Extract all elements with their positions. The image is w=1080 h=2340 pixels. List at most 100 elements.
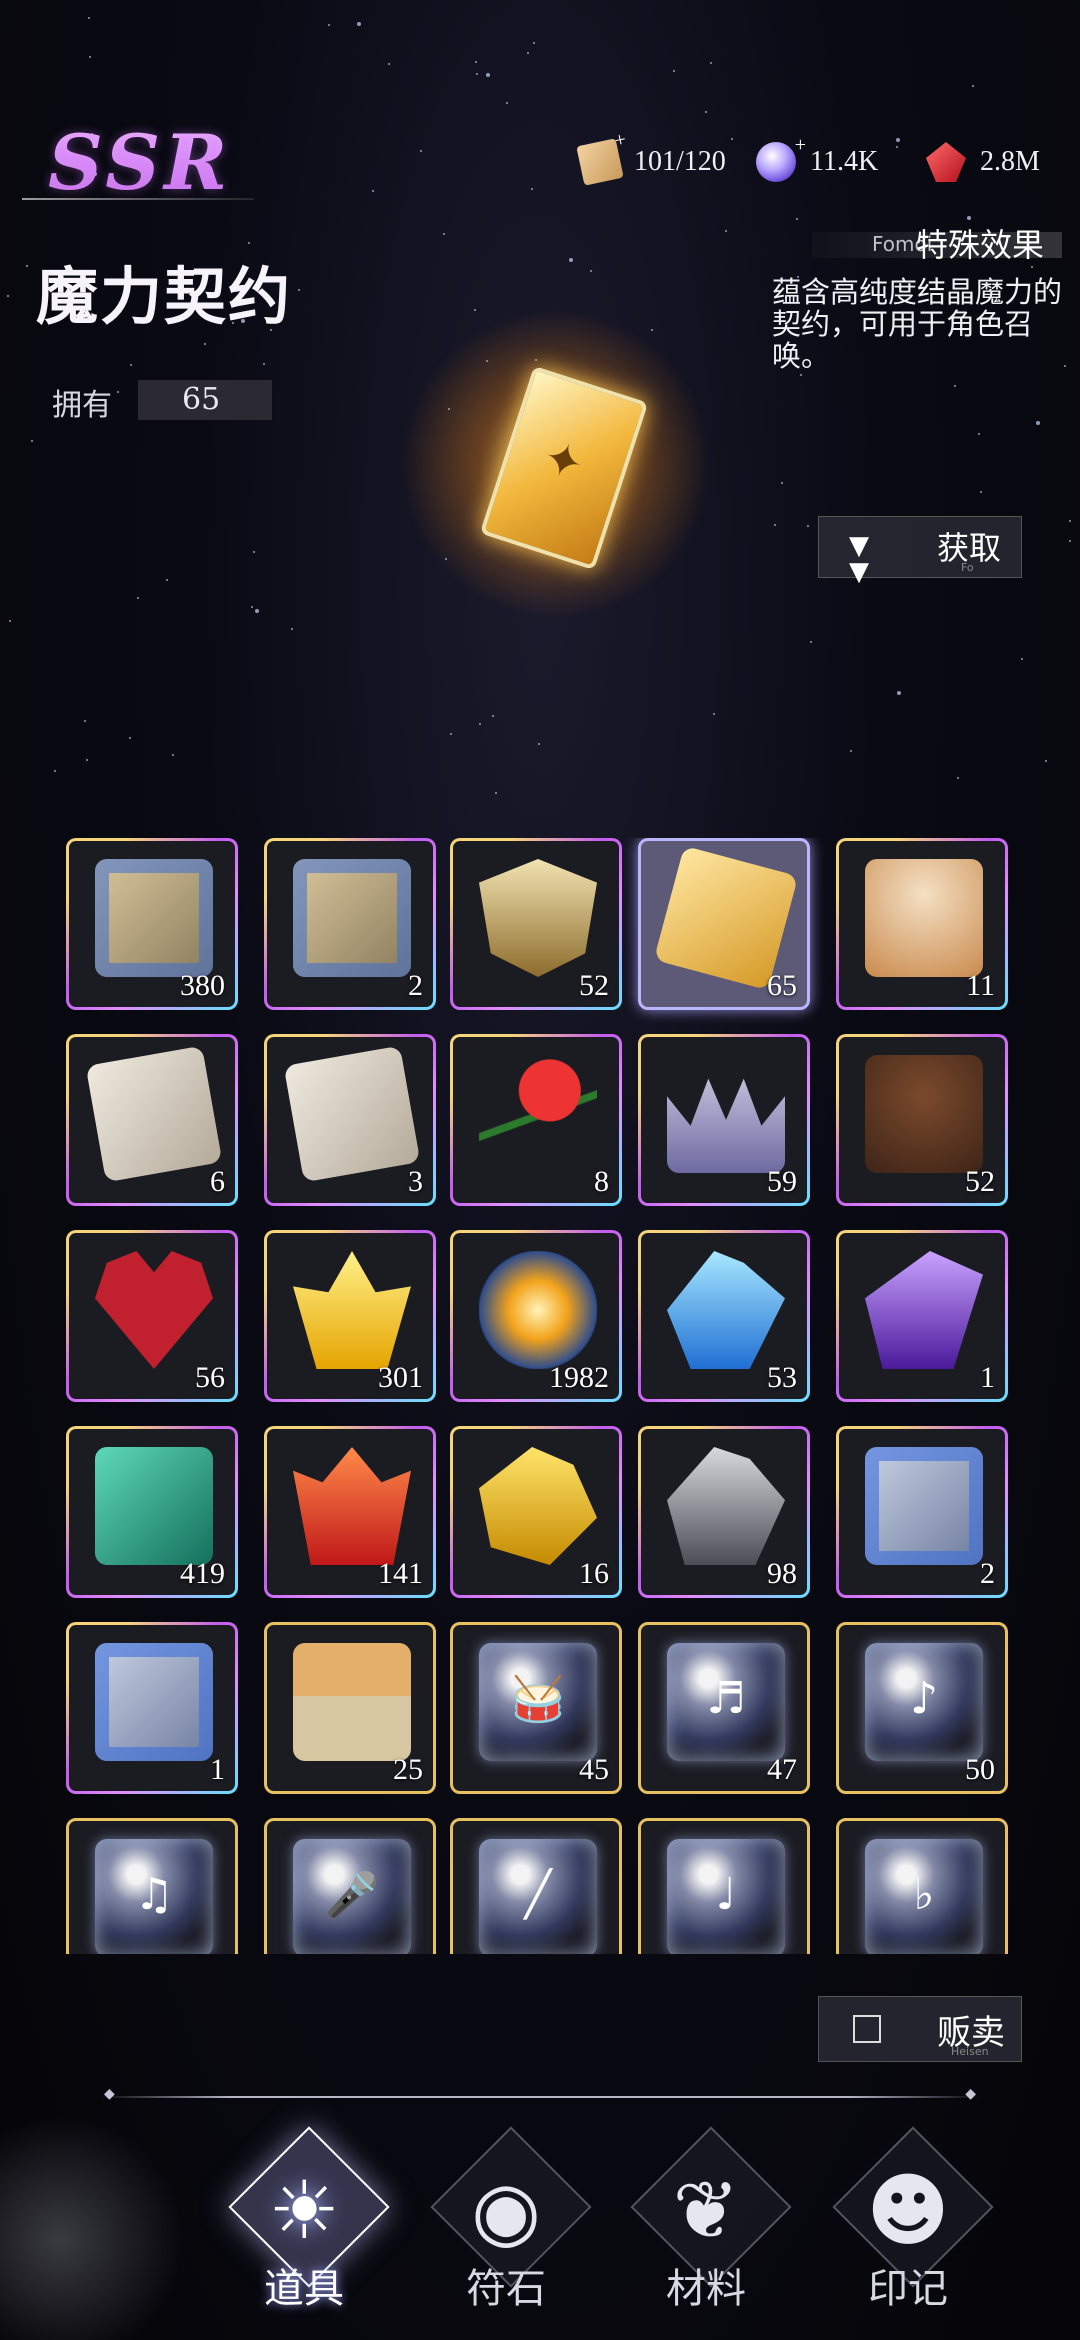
- item-count: 59: [767, 1165, 797, 1198]
- sell-toggle[interactable]: 贩卖 Heisen: [818, 1996, 1022, 2062]
- item-count: 53: [767, 1361, 797, 1394]
- hooded-face-icon: ☻: [866, 2164, 950, 2257]
- inventory-slot[interactable]: 2: [264, 838, 436, 1010]
- keyboard-bubble-icon: [667, 1643, 785, 1761]
- inventory-slot[interactable]: 8: [450, 1034, 622, 1206]
- crystal-orb-icon: +: [756, 134, 806, 182]
- tab-marks-label: 印记: [868, 2266, 948, 2312]
- tab-divider: [100, 2086, 980, 2102]
- item-count: 98: [767, 1557, 797, 1590]
- rose-decoration: [0, 2090, 200, 2340]
- drum-bubble-icon: [479, 1643, 597, 1761]
- item-title: 魔力契约: [36, 260, 293, 333]
- item-count: 25: [393, 1753, 423, 1786]
- stamina-ticket-icon: +: [576, 128, 628, 186]
- guitar-bubble-icon: [865, 1643, 983, 1761]
- item-count: 141: [378, 1557, 423, 1590]
- item-count: 419: [180, 1557, 225, 1590]
- inventory-slot[interactable]: [264, 1818, 436, 1954]
- silver-chest-icon: [865, 1447, 983, 1565]
- resource-stamina[interactable]: + 101/120: [576, 128, 726, 186]
- sheet-music-icon: [85, 1045, 223, 1183]
- item-count: 3: [408, 1165, 423, 1198]
- inventory-slot[interactable]: 16: [450, 1426, 622, 1598]
- sell-checkbox[interactable]: [853, 2015, 881, 2043]
- resource-crystal[interactable]: + 11.4K: [756, 134, 878, 184]
- inventory-slot[interactable]: 6: [66, 1034, 238, 1206]
- sun-swirl-icon: ☀: [268, 2164, 340, 2257]
- green-ore-icon: [95, 1447, 213, 1565]
- own-count: 65: [138, 380, 272, 420]
- inventory-slot[interactable]: 1: [836, 1230, 1008, 1402]
- heart-gift-box-icon: [95, 1251, 213, 1369]
- item-count: 52: [965, 1165, 995, 1198]
- item-description: 蕴含高纯度结晶魔力的契约，可用于角色召唤。: [772, 275, 1063, 373]
- inventory-slot[interactable]: 52: [836, 1034, 1008, 1206]
- silver-ore-icon: [667, 1447, 785, 1565]
- item-count: 1982: [549, 1361, 609, 1394]
- inventory-slot[interactable]: 141: [264, 1426, 436, 1598]
- treasure-chest-icon: [95, 859, 213, 977]
- yellow-crystal-icon: [293, 1251, 411, 1369]
- inventory-slot[interactable]: [66, 1818, 238, 1954]
- special-effect-header: Fomoi 特殊效果: [812, 226, 1062, 264]
- inventory-grid: 380 2 52 65 11 6 3 8 59 52 56 301 1982 53 1 419 141 16 98 2…: [66, 838, 1020, 1954]
- inventory-slot[interactable]: 11: [836, 838, 1008, 1010]
- inventory-slot[interactable]: 56: [66, 1230, 238, 1402]
- gold-crystal-icon: [479, 1447, 597, 1565]
- inventory-slot[interactable]: 65: [638, 838, 810, 1010]
- inventory-slot[interactable]: 25: [264, 1622, 436, 1794]
- inventory-slot[interactable]: 419: [66, 1426, 238, 1598]
- inventory-slot[interactable]: 59: [638, 1034, 810, 1206]
- blue-crystal-icon: [667, 1251, 785, 1369]
- inventory-slot[interactable]: [450, 1818, 622, 1954]
- tab-runestones[interactable]: ◉ 符石: [416, 2126, 596, 2340]
- item-count: 45: [579, 1753, 609, 1786]
- tab-materials[interactable]: ❦ 材料: [616, 2126, 796, 2340]
- red-gem-icon: [926, 142, 966, 182]
- flute-bubble-icon: [479, 1839, 597, 1954]
- obtain-sub-label: Fo: [961, 561, 974, 574]
- microphone-bubble-icon: [293, 1839, 411, 1954]
- golden-contract-icon: [400, 308, 712, 620]
- item-count: 47: [767, 1753, 797, 1786]
- resource-stamina-value: 101/120: [634, 146, 726, 177]
- inventory-slot[interactable]: 2: [836, 1426, 1008, 1598]
- obtain-button[interactable]: ▼ ▼ 获取 Fo: [818, 516, 1022, 585]
- item-count: 2: [980, 1557, 995, 1590]
- ornament-icon: ❦: [672, 2164, 740, 2257]
- tab-marks[interactable]: ☻ 印记: [818, 2126, 998, 2340]
- inventory-slot[interactable]: 1: [66, 1622, 238, 1794]
- item-count: 8: [594, 1165, 609, 1198]
- effect-label: 特殊效果: [916, 226, 1045, 264]
- inventory-slot[interactable]: 380: [66, 838, 238, 1010]
- inventory-slot[interactable]: 1982: [450, 1230, 622, 1402]
- tab-items-label: 道具: [264, 2266, 344, 2312]
- treasure-chest-icon: [293, 859, 411, 977]
- inventory-slot[interactable]: 47: [638, 1622, 810, 1794]
- golden-orb-icon: [479, 1251, 597, 1369]
- inventory-slot[interactable]: [638, 1818, 810, 1954]
- item-count: 11: [966, 969, 995, 1002]
- inventory-slot[interactable]: [836, 1818, 1008, 1954]
- item-count: 380: [180, 969, 225, 1002]
- inventory-slot[interactable]: 301: [264, 1230, 436, 1402]
- clarinet-bubble-icon: [667, 1839, 785, 1954]
- rarity-label: SSR: [48, 118, 232, 207]
- horn-bubble-icon: [865, 1839, 983, 1954]
- inventory-slot[interactable]: 52: [450, 838, 622, 1010]
- food-basket-icon: [293, 1643, 411, 1761]
- item-count: 6: [210, 1165, 225, 1198]
- item-count: 65: [767, 969, 797, 1002]
- tab-runestones-label: 符石: [466, 2266, 546, 2312]
- item-count: 56: [195, 1361, 225, 1394]
- flame-eye-icon: ◉: [471, 2164, 541, 2257]
- inventory-slot[interactable]: 50: [836, 1622, 1008, 1794]
- inventory-slot[interactable]: 98: [638, 1426, 810, 1598]
- piano-bubble-icon: [95, 1839, 213, 1954]
- inventory-slot[interactable]: 45: [450, 1622, 622, 1794]
- inventory-slot[interactable]: 3: [264, 1034, 436, 1206]
- resource-gem: 2.8M: [926, 140, 1040, 184]
- tab-items[interactable]: ☀ 道具: [214, 2126, 394, 2340]
- inventory-slot[interactable]: 53: [638, 1230, 810, 1402]
